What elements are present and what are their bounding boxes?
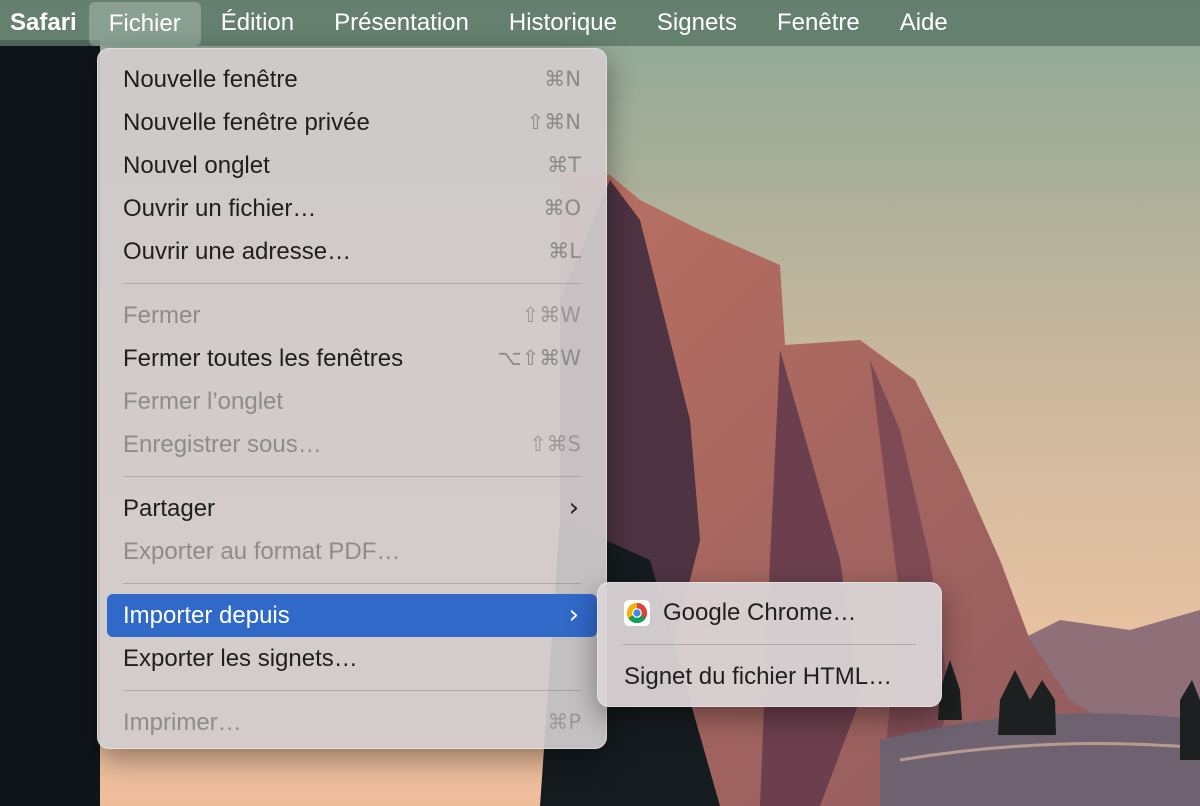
menubar-item-historique[interactable]: Historique: [489, 0, 637, 46]
menu-separator: [123, 690, 581, 691]
menu-item-label: Enregistrer sous…: [123, 431, 322, 458]
menu-item-shortcut: ⇧⌘N: [526, 110, 581, 134]
menu-item-label: Ouvrir un fichier…: [123, 195, 317, 222]
menu-item-new-window[interactable]: Nouvelle fenêtre ⌘N: [107, 58, 597, 101]
file-menu: Nouvelle fenêtre ⌘N Nouvelle fenêtre pri…: [97, 48, 607, 749]
submenu-item-html-bookmarks[interactable]: Signet du fichier HTML…: [597, 655, 942, 698]
menu-item-label: Nouvelle fenêtre privée: [123, 109, 370, 136]
menu-separator: [123, 583, 581, 584]
menu-item-new-tab[interactable]: Nouvel onglet ⌘T: [107, 144, 597, 187]
menubar-item-aide[interactable]: Aide: [880, 0, 968, 46]
menu-item-new-private-window[interactable]: Nouvelle fenêtre privée ⇧⌘N: [107, 101, 597, 144]
menu-item-label: Fermer: [123, 302, 201, 329]
menu-item-export-bookmarks[interactable]: Exporter les signets…: [107, 637, 597, 680]
menu-item-share[interactable]: Partager ›: [107, 487, 597, 530]
menu-item-close-all-windows[interactable]: Fermer toutes les fenêtres ⌥⇧⌘W: [107, 337, 597, 380]
menu-item-label: Exporter au format PDF…: [123, 538, 401, 565]
menubar-item-presentation[interactable]: Présentation: [314, 0, 489, 46]
menu-bar: Safari Fichier Édition Présentation Hist…: [0, 0, 1200, 46]
menu-item-shortcut: ⌘P: [547, 710, 581, 734]
chrome-icon: [624, 599, 650, 626]
menu-item-shortcut: ⇧⌘S: [529, 432, 581, 456]
menu-item-close: Fermer ⇧⌘W: [107, 294, 597, 337]
submenu-item-label: Google Chrome…: [663, 599, 857, 626]
menu-item-shortcut: ⌘O: [543, 196, 581, 220]
menubar-item-edition[interactable]: Édition: [201, 0, 314, 46]
menu-separator: [623, 644, 916, 645]
menu-separator: [123, 283, 581, 284]
menu-item-label: Imprimer…: [123, 709, 242, 736]
menu-item-label: Nouvelle fenêtre: [123, 66, 298, 93]
menu-item-shortcut: ⌥⇧⌘W: [497, 346, 581, 370]
import-submenu: Google Chrome… Signet du fichier HTML…: [597, 582, 942, 707]
menubar-item-fenetre[interactable]: Fenêtre: [757, 0, 880, 46]
menubar-item-signets[interactable]: Signets: [637, 0, 757, 46]
menu-item-open-location[interactable]: Ouvrir une adresse… ⌘L: [107, 230, 597, 273]
menu-item-label: Ouvrir une adresse…: [123, 238, 352, 265]
menu-item-label: Fermer toutes les fenêtres: [123, 345, 404, 372]
submenu-item-google-chrome[interactable]: Google Chrome…: [597, 591, 942, 634]
menu-item-label: Importer depuis: [123, 602, 290, 629]
menubar-app-safari[interactable]: Safari: [0, 0, 89, 46]
menu-item-import-from[interactable]: Importer depuis ›: [107, 594, 597, 637]
menu-item-label: Exporter les signets…: [123, 645, 358, 672]
menu-item-print: Imprimer… ⌘P: [107, 701, 597, 744]
menu-item-close-tab: Fermer l’onglet: [107, 380, 597, 423]
menu-separator: [123, 476, 581, 477]
menu-item-save-as: Enregistrer sous… ⇧⌘S: [107, 423, 597, 466]
chevron-right-icon: ›: [568, 493, 579, 523]
menu-item-label: Fermer l’onglet: [123, 388, 284, 415]
menu-item-label: Nouvel onglet: [123, 152, 270, 179]
menu-item-shortcut: ⇧⌘W: [521, 303, 581, 327]
menu-item-open-file[interactable]: Ouvrir un fichier… ⌘O: [107, 187, 597, 230]
chevron-right-icon: ›: [568, 600, 579, 630]
menu-item-shortcut: ⌘N: [544, 67, 581, 91]
menu-item-label: Partager: [123, 495, 216, 522]
menubar-item-fichier[interactable]: Fichier: [88, 1, 201, 46]
submenu-item-label: Signet du fichier HTML…: [624, 663, 893, 690]
menu-item-shortcut: ⌘T: [547, 153, 581, 177]
menu-item-shortcut: ⌘L: [548, 239, 581, 263]
menu-item-export-pdf: Exporter au format PDF…: [107, 530, 597, 573]
